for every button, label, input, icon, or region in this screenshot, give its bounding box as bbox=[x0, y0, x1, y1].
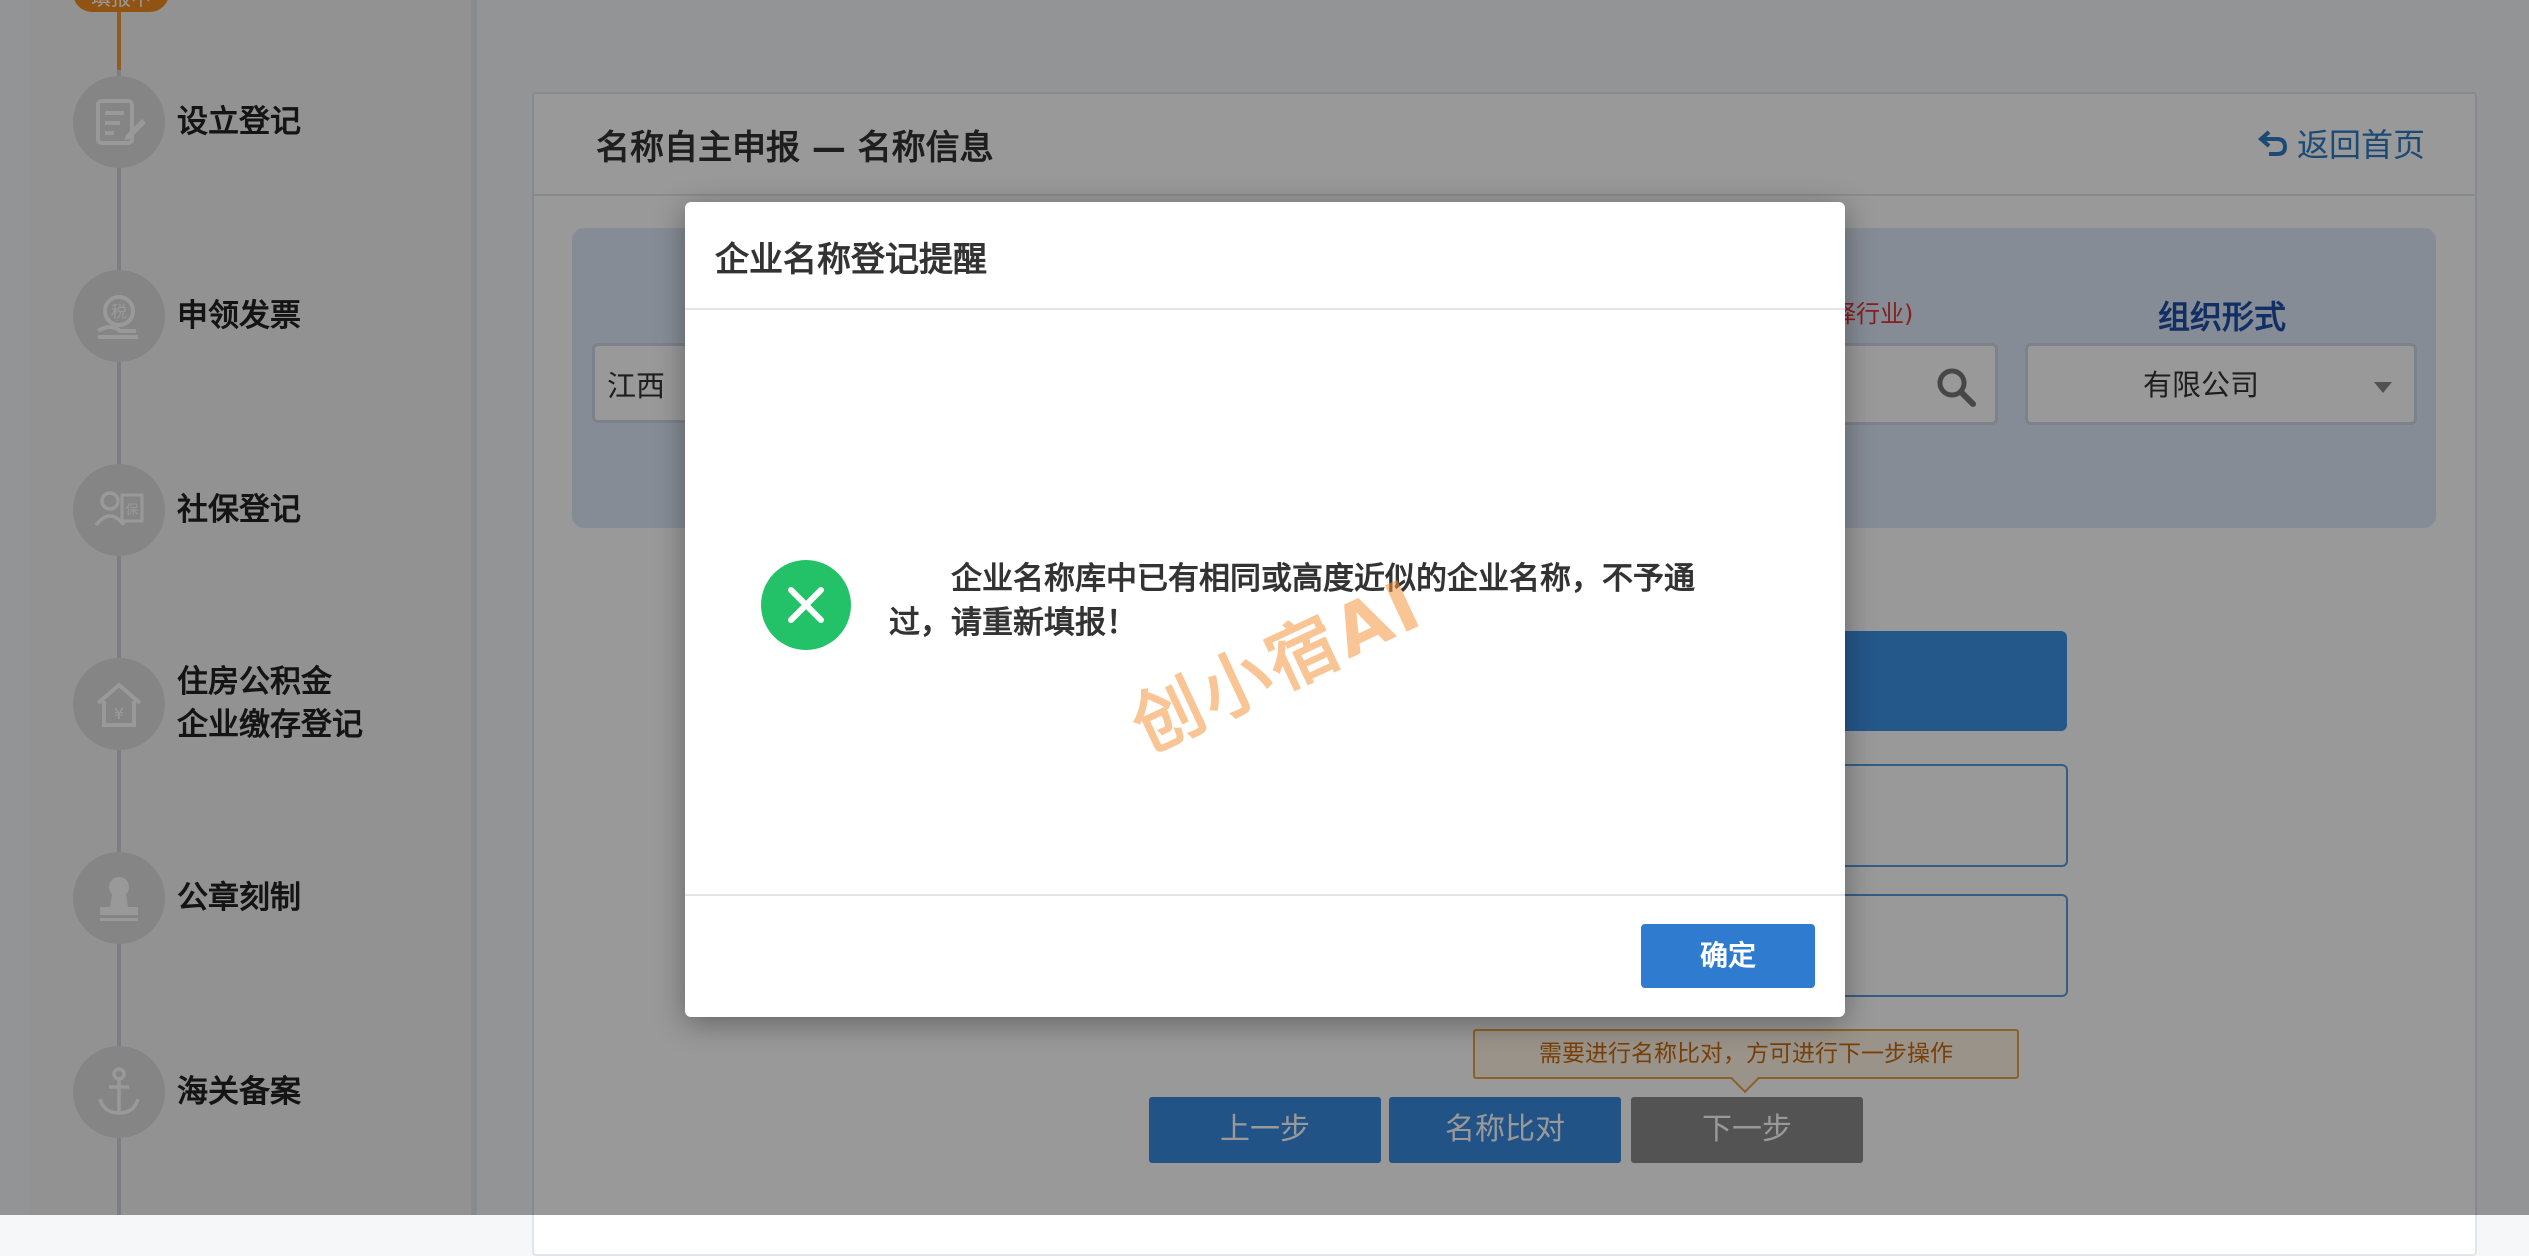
error-icon bbox=[761, 560, 851, 650]
confirm-button[interactable]: 确定 bbox=[1641, 924, 1815, 988]
dialog-body: 企业名称库中已有相同或高度近似的企业名称，不予通过，请重新填报！ 创小宿AI bbox=[685, 310, 1845, 894]
dialog-footer: 确定 bbox=[685, 894, 1845, 1017]
dialog-header: 企业名称登记提醒 bbox=[685, 202, 1845, 310]
name-registration-alert-dialog: 企业名称登记提醒 企业名称库中已有相同或高度近似的企业名称，不予通过，请重新填报… bbox=[685, 202, 1845, 1017]
dialog-title: 企业名称登记提醒 bbox=[715, 240, 987, 280]
